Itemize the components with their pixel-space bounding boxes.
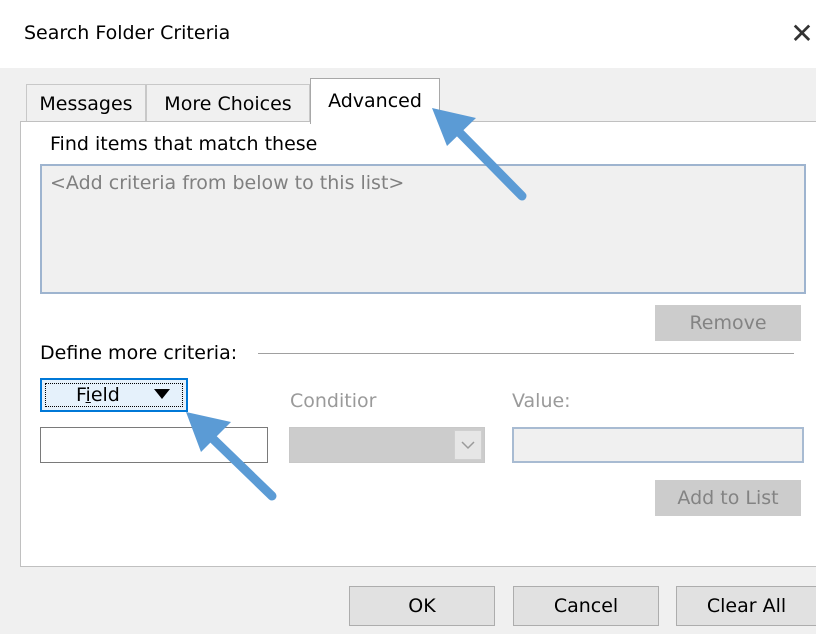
arrow-icon xyxy=(432,108,527,201)
search-folder-criteria-dialog: Search Folder Criteria ✕ Messages More C… xyxy=(0,0,816,634)
annotation-arrows xyxy=(186,108,527,501)
arrow-icon xyxy=(186,412,277,501)
